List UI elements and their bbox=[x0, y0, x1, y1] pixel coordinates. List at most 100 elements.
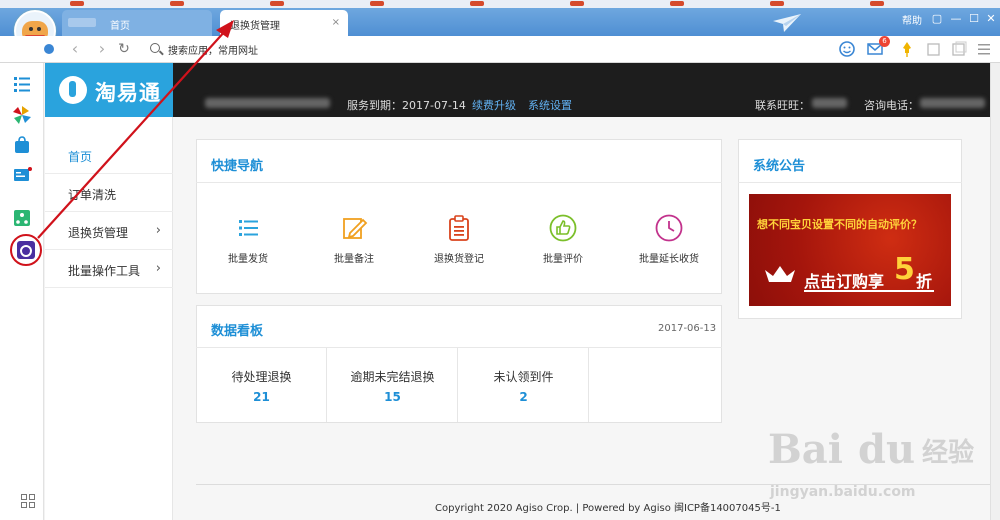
stat-label: 待处理退换 bbox=[231, 370, 292, 384]
service-expiry: 服务到期：2017-07-14 bbox=[347, 99, 466, 112]
quick-nav-label: 批量发货 bbox=[228, 254, 268, 265]
quick-nav-batch-note[interactable]: 批量备注 bbox=[304, 214, 404, 274]
phone-label: 咨询电话： bbox=[864, 99, 919, 112]
quick-nav-label: 批量备注 bbox=[334, 254, 374, 265]
mail-icon[interactable]: 6 bbox=[866, 36, 890, 58]
blurred-region bbox=[812, 98, 847, 108]
back-button[interactable]: ‹ bbox=[66, 40, 84, 58]
quick-nav-label: 批量评价 bbox=[543, 254, 583, 265]
browser-sidebar bbox=[0, 63, 44, 520]
tab-label: 首页 bbox=[110, 21, 130, 32]
promo-discount-unit: 折 bbox=[916, 272, 933, 291]
menu-item-label: 退换货管理 bbox=[68, 226, 129, 240]
divider bbox=[196, 182, 722, 183]
stat-pending-returns[interactable]: 待处理退换 21 bbox=[196, 348, 327, 422]
quick-nav-extend-receipt[interactable]: 批量延长收货 bbox=[619, 214, 719, 274]
tab-return-management[interactable]: 退换货管理 × bbox=[220, 10, 348, 36]
close-window-button[interactable]: ✕ bbox=[983, 11, 999, 27]
chevron-right-icon: › bbox=[155, 223, 161, 238]
settings-link[interactable]: 系统设置 bbox=[528, 97, 572, 113]
minimize-button[interactable]: — bbox=[948, 11, 964, 27]
quick-nav-title: 快捷导航 bbox=[211, 159, 264, 174]
crown-icon bbox=[765, 266, 795, 282]
contact-label: 联系旺旺： bbox=[755, 99, 810, 112]
share-icon[interactable] bbox=[925, 40, 943, 58]
list-icon bbox=[239, 220, 258, 236]
mail-badge: 6 bbox=[879, 36, 890, 47]
hand-logo-icon bbox=[59, 76, 87, 104]
underline bbox=[804, 290, 934, 292]
stat-unclaimed-parcels[interactable]: 未认领到件 2 bbox=[458, 348, 589, 422]
thumbs-up-icon bbox=[549, 214, 577, 242]
stat-label: 未认领到件 bbox=[493, 370, 554, 384]
stat-overdue-returns[interactable]: 逾期未完结退换 15 bbox=[327, 348, 458, 422]
smiley-icon[interactable] bbox=[838, 40, 856, 58]
help-link[interactable]: 帮助 bbox=[902, 12, 922, 27]
app-logo-text: 淘易通 bbox=[95, 81, 161, 105]
search-placeholder: 搜索应用，常用网址 bbox=[168, 46, 258, 57]
menu-item-order-clean[interactable]: 订单清洗 bbox=[45, 174, 173, 212]
divider bbox=[738, 182, 962, 183]
menu-item-label: 首页 bbox=[68, 150, 93, 164]
clipboard-icon bbox=[449, 215, 469, 241]
stat-value: 2 bbox=[519, 390, 528, 404]
menu-icon[interactable] bbox=[975, 40, 993, 58]
tab-home[interactable]: 首页 bbox=[62, 10, 212, 36]
maximize-button[interactable]: ☐ bbox=[966, 11, 982, 27]
pinwheel-icon[interactable] bbox=[12, 105, 32, 125]
promo-headline: 想不同宝贝设置不同的自动评价？ bbox=[757, 218, 922, 231]
forward-button[interactable]: › bbox=[93, 40, 111, 58]
stat-label: 逾期未完结退换 bbox=[350, 370, 435, 384]
tab-label: 退换货管理 bbox=[230, 21, 280, 32]
quick-nav-batch-review[interactable]: 批量评价 bbox=[513, 214, 613, 274]
promo-cta: 点击订购享 bbox=[804, 272, 885, 291]
menu-item-home[interactable]: 首页 bbox=[45, 136, 173, 174]
app-logo[interactable]: 淘易通 bbox=[45, 63, 173, 117]
dashboard-date: 2017-06-13 bbox=[658, 323, 717, 334]
search-input[interactable]: 搜索应用，常用网址 bbox=[150, 42, 300, 58]
watermark: Bai du 经验 jingyan.baidu.com bbox=[762, 426, 992, 516]
card-icon[interactable] bbox=[12, 165, 32, 185]
watermark-brand: Bai bbox=[768, 426, 843, 473]
apps-grid-icon[interactable] bbox=[21, 494, 35, 508]
quick-nav-return-register[interactable]: 退换货登记 bbox=[409, 214, 509, 274]
watermark-brand-cn: 经验 bbox=[922, 438, 975, 468]
stat-value: 21 bbox=[253, 390, 270, 404]
blurred-region bbox=[205, 98, 330, 108]
paper-plane-icon[interactable] bbox=[772, 12, 802, 34]
refresh-button[interactable]: ↻ bbox=[115, 40, 133, 58]
stat-value: 15 bbox=[384, 390, 401, 404]
promo-discount: 5 bbox=[894, 252, 915, 287]
blurred-region bbox=[920, 98, 985, 108]
edit-icon bbox=[343, 218, 368, 239]
menu-item-label: 批量操作工具 bbox=[68, 264, 141, 278]
footer-text: Copyright 2020 Agiso Crop. | Powered by … bbox=[435, 503, 781, 514]
menu-item-label: 订单清洗 bbox=[68, 188, 117, 202]
dashboard-title: 数据看板 bbox=[211, 324, 264, 339]
announcement-title: 系统公告 bbox=[753, 159, 806, 174]
watermark-url: jingyan.baidu.com bbox=[770, 484, 916, 500]
chevron-right-icon: › bbox=[155, 261, 161, 276]
network-icon[interactable] bbox=[12, 208, 32, 228]
blurred-region bbox=[68, 18, 96, 27]
close-icon[interactable]: × bbox=[332, 17, 340, 28]
window-icon[interactable] bbox=[950, 40, 968, 58]
quick-nav-batch-ship[interactable]: 批量发货 bbox=[198, 214, 298, 274]
list-icon[interactable] bbox=[12, 74, 32, 94]
watermark-brand-du: du bbox=[858, 426, 916, 473]
skin-icon[interactable]: ▢ bbox=[929, 11, 945, 27]
clock-icon[interactable] bbox=[44, 44, 54, 54]
clock-icon bbox=[655, 214, 683, 242]
pin-icon[interactable] bbox=[898, 40, 916, 58]
quick-nav-label: 批量延长收货 bbox=[639, 254, 699, 265]
search-icon bbox=[150, 43, 160, 53]
menu-item-return-management[interactable]: 退换货管理 › bbox=[45, 212, 173, 250]
stat-empty bbox=[589, 348, 720, 422]
menu-item-batch-tools[interactable]: 批量操作工具 › bbox=[45, 250, 173, 288]
taoyitong-app-icon[interactable] bbox=[16, 240, 36, 260]
promo-banner[interactable]: 想不同宝贝设置不同的自动评价？ 点击订购享 5 折 bbox=[749, 194, 951, 306]
renew-link[interactable]: 续费升级 bbox=[472, 97, 516, 113]
quick-nav-label: 退换货登记 bbox=[434, 254, 484, 265]
shopping-bag-icon[interactable] bbox=[12, 135, 32, 155]
top-strip bbox=[0, 0, 1000, 8]
